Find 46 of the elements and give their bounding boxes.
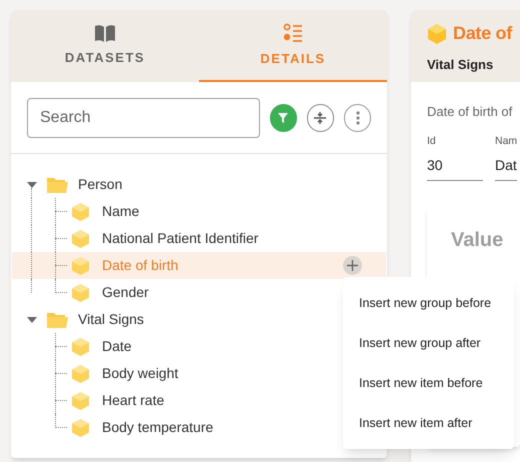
cube-icon xyxy=(71,418,90,438)
menu-item[interactable]: Insert new group before xyxy=(343,283,514,323)
cube-icon xyxy=(71,256,90,276)
more-vertical-icon xyxy=(356,110,360,124)
description-text: Date of birth of xyxy=(427,103,514,121)
cube-icon xyxy=(71,336,90,356)
cube-icon xyxy=(427,22,447,44)
list-icon xyxy=(283,23,303,44)
cube-icon xyxy=(71,390,90,410)
card-title: Value xyxy=(451,229,504,252)
search-field[interactable]: Search xyxy=(27,98,260,138)
field-label: Id xyxy=(427,134,437,148)
add-button[interactable] xyxy=(343,256,362,275)
folder-icon xyxy=(47,312,68,328)
menu-item[interactable]: Insert new item after xyxy=(343,403,514,443)
folder-icon xyxy=(47,176,68,192)
tree-node[interactable]: Body weight xyxy=(102,363,178,384)
tree-node[interactable]: Heart rate xyxy=(102,390,164,411)
input-field[interactable]: 30 xyxy=(427,149,483,182)
more-button[interactable] xyxy=(344,104,372,132)
tree-node[interactable]: Name xyxy=(102,201,140,222)
filter-button[interactable] xyxy=(270,104,297,132)
field-label: Nam xyxy=(495,134,518,148)
collapse-button[interactable] xyxy=(306,104,334,132)
menu-item[interactable]: Insert new group after xyxy=(343,323,514,363)
plus-icon xyxy=(347,260,358,271)
cube-icon xyxy=(71,282,90,302)
tree-node[interactable]: Gender xyxy=(102,282,149,303)
cube-icon xyxy=(71,202,90,222)
tree-node[interactable]: Person xyxy=(78,174,122,195)
group-name: Vital Signs xyxy=(427,56,494,74)
book-icon xyxy=(94,24,116,42)
detail-title: Date of xyxy=(453,22,512,45)
filter-icon xyxy=(277,112,290,124)
tree-node[interactable]: Date xyxy=(102,336,132,357)
tree-node[interactable]: Vital Signs xyxy=(78,309,144,330)
collapse-icon xyxy=(313,110,328,124)
caret-icon[interactable] xyxy=(27,316,37,322)
tree-node[interactable]: Body temperature xyxy=(102,417,214,438)
tree-node[interactable]: National Patient Identifier xyxy=(102,228,258,249)
tab[interactable]: DATASETS xyxy=(11,10,199,82)
menu-item[interactable]: Insert new item before xyxy=(343,363,514,403)
caret-icon[interactable] xyxy=(27,182,37,188)
cube-icon xyxy=(71,364,90,384)
cube-icon xyxy=(71,228,90,248)
input-field[interactable]: Dat xyxy=(495,149,518,182)
